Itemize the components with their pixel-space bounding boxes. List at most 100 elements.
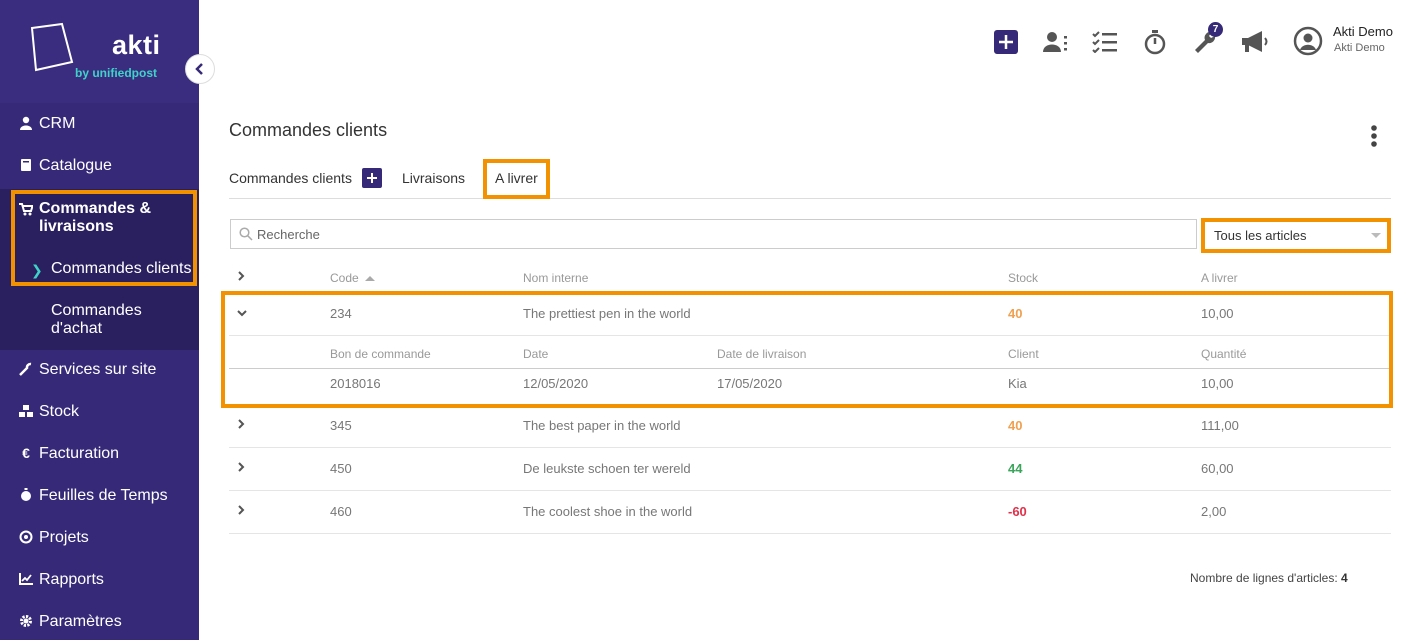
- row-divider: [229, 447, 1391, 448]
- sidebar-item-projets[interactable]: Projets: [0, 529, 199, 547]
- plus-square-icon: [994, 30, 1018, 54]
- akti-logo-icon: [30, 22, 74, 72]
- sidebar-subitem-commandes-clients[interactable]: Commandes clients: [51, 260, 192, 278]
- expand-row-button[interactable]: [237, 461, 245, 475]
- target-icon: [19, 529, 33, 545]
- sidebar-item-catalogue[interactable]: Catalogue: [0, 157, 199, 175]
- add-button[interactable]: [992, 28, 1020, 56]
- column-header-name[interactable]: Nom interne: [523, 271, 588, 285]
- kebab-menu-icon: [1371, 125, 1377, 147]
- chevron-left-icon: [195, 63, 203, 75]
- notification-badge: 7: [1208, 22, 1223, 37]
- row-name[interactable]: The coolest shoe in the world: [523, 504, 692, 519]
- column-header-deliver[interactable]: A livrer: [1201, 271, 1238, 285]
- sidebar-item-facturation[interactable]: € Facturation: [0, 445, 199, 463]
- expand-row-button[interactable]: [237, 504, 245, 518]
- brand-sub: by unifiedpost: [75, 66, 157, 80]
- row-stock: 40: [1008, 306, 1023, 321]
- row-deliver: 10,00: [1201, 306, 1234, 321]
- detail-header-delivery-date: Date de livraison: [717, 347, 807, 361]
- add-order-button[interactable]: [362, 168, 382, 188]
- sort-asc-icon: [364, 276, 375, 282]
- more-options-button[interactable]: [1368, 124, 1380, 155]
- user-org: Akti Demo: [1334, 42, 1385, 54]
- tasks-button[interactable]: [1091, 28, 1119, 56]
- chevron-right-icon: ❯: [31, 262, 43, 278]
- caret-down-icon: [1371, 233, 1381, 238]
- detail-header-po: Bon de commande: [330, 347, 431, 361]
- sidebar-item-label: Paramètres: [39, 613, 122, 630]
- select-value: Tous les articles: [1214, 227, 1307, 243]
- sidebar-item-rapports[interactable]: Rapports: [0, 571, 199, 589]
- detail-delivery-date: 17/05/2020: [717, 376, 783, 391]
- user-icon: [19, 115, 33, 131]
- row-code: 460: [330, 504, 352, 519]
- sidebar-item-stock[interactable]: Stock: [0, 403, 199, 421]
- stopwatch-icon: [1144, 30, 1166, 55]
- euro-icon: €: [22, 445, 30, 461]
- detail-header-client: Client: [1008, 347, 1039, 361]
- sidebar-subitem-commandes-achat[interactable]: Commandes d'achat: [51, 302, 142, 338]
- row-stock: -60: [1008, 504, 1027, 519]
- sidebar-item-feuilles[interactable]: Feuilles de Temps: [0, 487, 199, 505]
- row-deliver: 60,00: [1201, 461, 1234, 476]
- stopwatch-icon: [19, 487, 33, 503]
- detail-client[interactable]: Kia: [1008, 376, 1027, 391]
- sidebar-collapse-button[interactable]: [185, 54, 215, 84]
- page-title: Commandes clients: [229, 120, 388, 140]
- column-header-stock[interactable]: Stock: [1008, 271, 1038, 285]
- sidebar-item-label: Projets: [39, 529, 89, 546]
- row-code: 450: [330, 461, 352, 476]
- gear-icon: [19, 613, 33, 629]
- expand-row-button[interactable]: [237, 418, 245, 432]
- detail-po[interactable]: 2018016: [330, 376, 381, 391]
- sidebar-item-label: Catalogue: [39, 157, 112, 174]
- timer-button[interactable]: [1141, 28, 1169, 56]
- contacts-button[interactable]: [1042, 28, 1076, 56]
- tab-a-livrer[interactable]: A livrer: [495, 170, 538, 186]
- checklist-icon: [1092, 31, 1117, 53]
- announcements-button[interactable]: [1239, 28, 1271, 56]
- sidebar-item-label: Rapports: [39, 571, 104, 588]
- brand-name: akti: [112, 30, 161, 60]
- user-avatar[interactable]: [1292, 25, 1324, 57]
- sidebar-item-parametres[interactable]: Paramètres: [0, 613, 199, 631]
- tab-commandes-clients[interactable]: Commandes clients: [229, 170, 352, 186]
- megaphone-icon: [1242, 31, 1268, 52]
- sidebar-item-crm[interactable]: CRM: [0, 115, 199, 133]
- row-deliver: 111,00: [1201, 418, 1239, 433]
- sidebar-item-label: Commandes & livraisons: [39, 200, 152, 235]
- row-divider: [229, 533, 1391, 534]
- tabs-divider: [229, 198, 1391, 199]
- row-name[interactable]: The prettiest pen in the world: [523, 306, 691, 321]
- chevron-right-icon: [238, 419, 245, 429]
- cubes-icon: [19, 403, 33, 419]
- tab-livraisons[interactable]: Livraisons: [402, 170, 465, 186]
- sidebar-item-services[interactable]: Services sur site: [0, 361, 199, 379]
- column-header-code[interactable]: Code: [330, 271, 375, 285]
- chevron-right-icon: [238, 271, 245, 281]
- sidebar-item-label: Services sur site: [39, 361, 157, 378]
- detail-divider: [229, 368, 1391, 369]
- expand-all-button[interactable]: [237, 270, 245, 284]
- detail-qty: 10,00: [1201, 376, 1234, 391]
- cart-icon: [19, 201, 33, 217]
- row-name[interactable]: De leukste schoen ter wereld: [523, 461, 691, 476]
- wrench-icon: [19, 361, 33, 377]
- row-deliver: 2,00: [1201, 504, 1227, 519]
- detail-header-qty: Quantité: [1201, 347, 1247, 361]
- search-placeholder: Recherche: [257, 226, 320, 242]
- row-name[interactable]: The best paper in the world: [523, 418, 681, 433]
- plus-icon: [367, 173, 377, 183]
- sidebar-item-commandes[interactable]: Commandes & livraisons: [0, 200, 199, 236]
- chart-icon: [19, 571, 33, 587]
- search-icon: [239, 227, 253, 241]
- chevron-down-icon: [237, 310, 247, 317]
- chevron-right-icon: [238, 505, 245, 515]
- sidebar-item-label: Facturation: [39, 445, 120, 462]
- row-divider: [229, 490, 1391, 491]
- articles-filter-select[interactable]: Tous les articles: [1205, 222, 1387, 248]
- user-name[interactable]: Akti Demo: [1333, 24, 1393, 39]
- search-input[interactable]: Recherche: [230, 219, 1197, 249]
- collapse-row-button[interactable]: [237, 306, 247, 320]
